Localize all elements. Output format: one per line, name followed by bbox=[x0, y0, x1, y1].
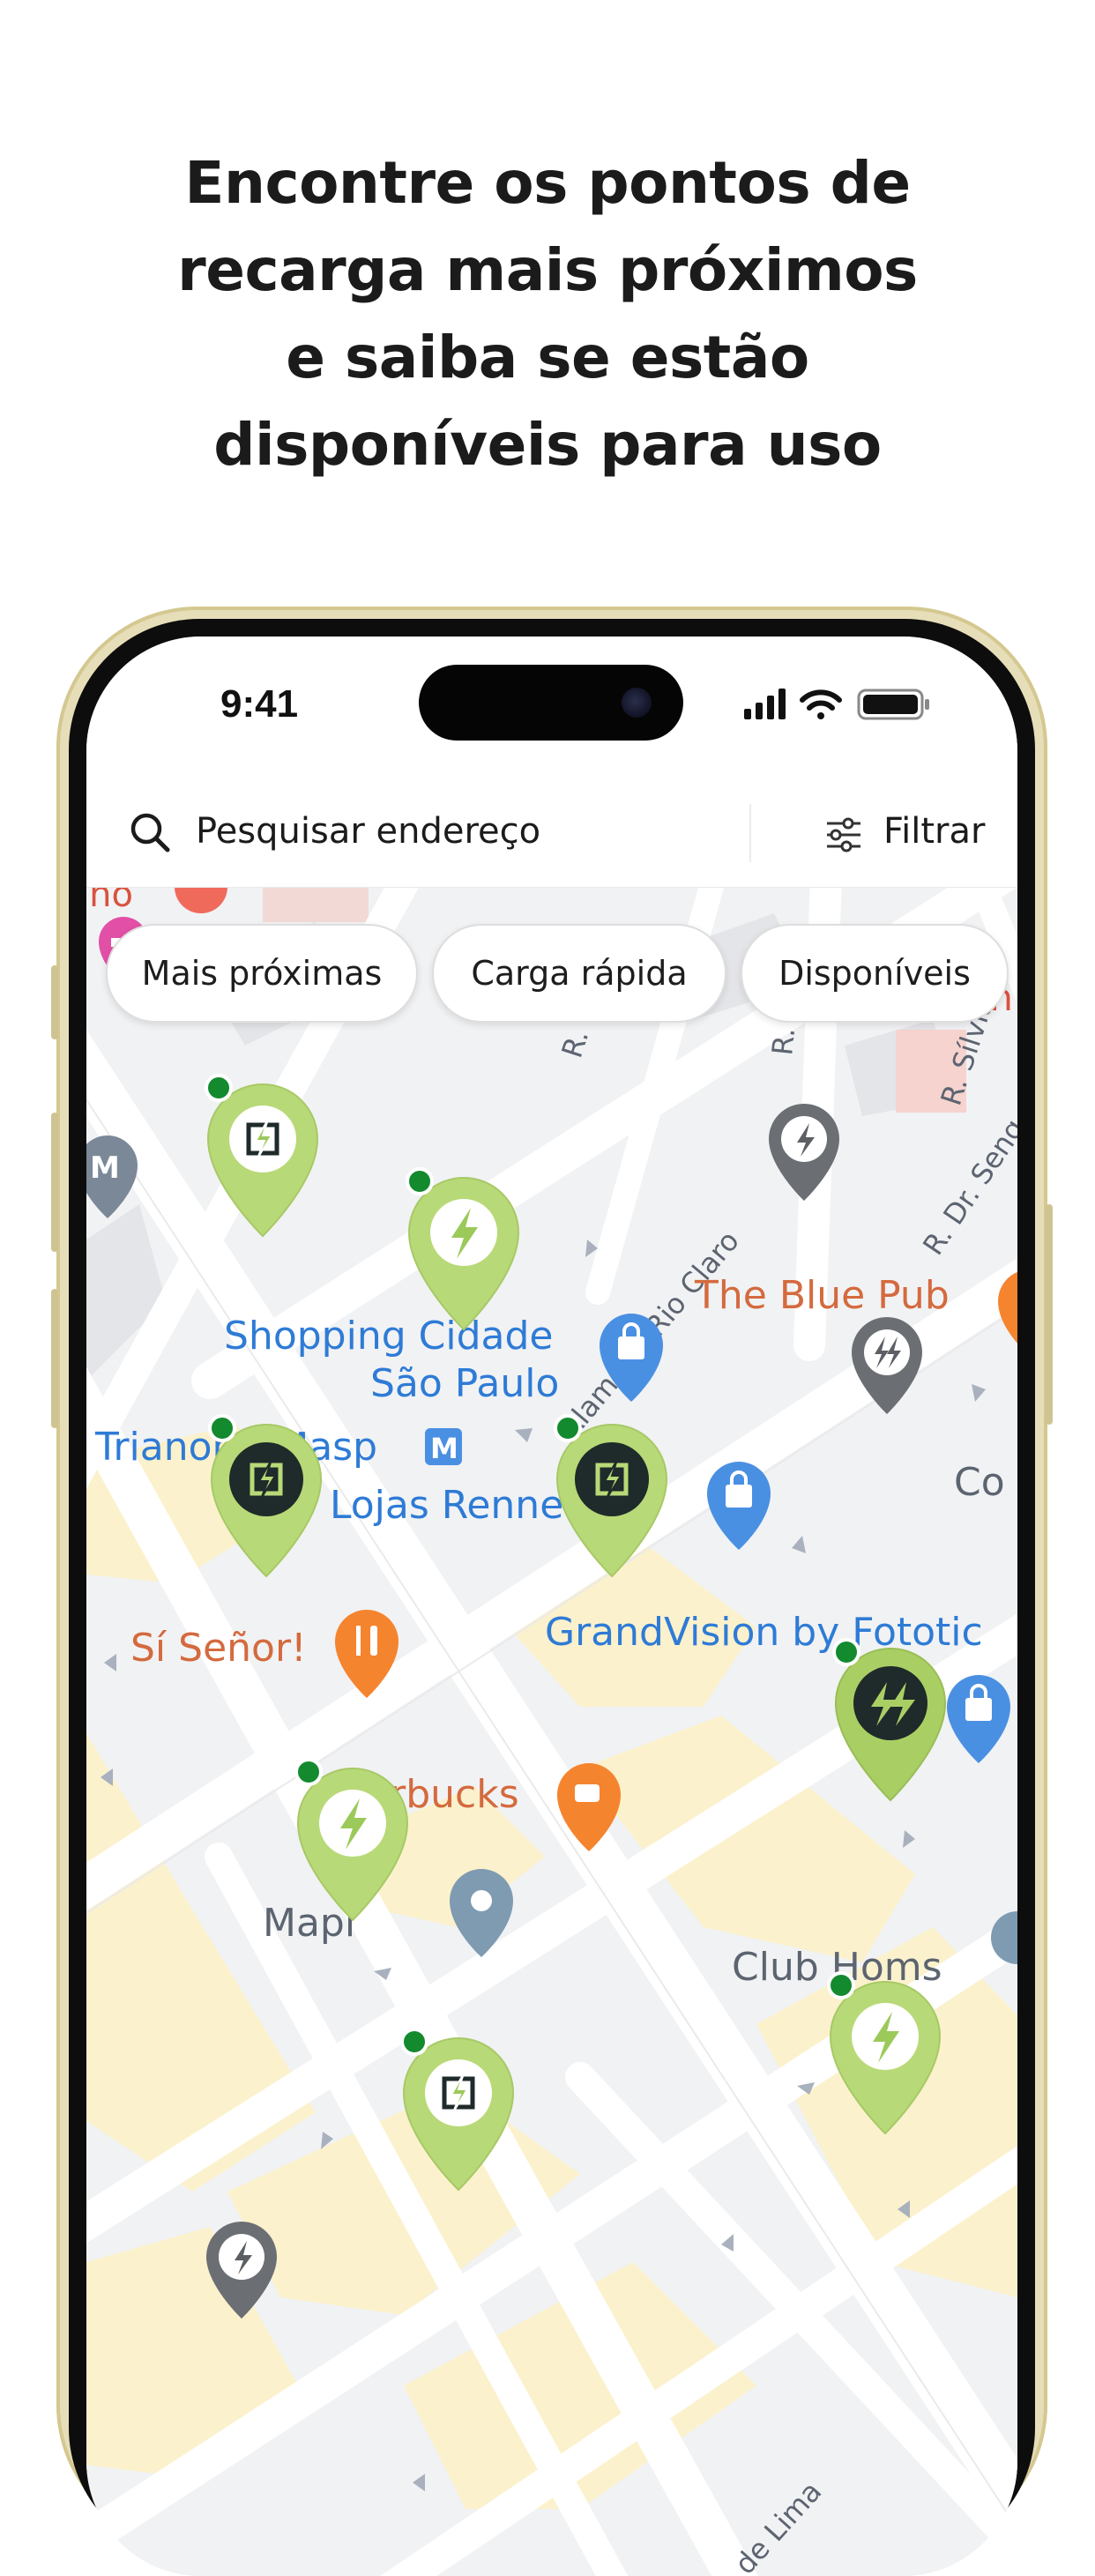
chip-carga-rapida[interactable]: Carga rápida bbox=[432, 924, 726, 1023]
battery-icon bbox=[857, 689, 929, 720]
filter-icon[interactable] bbox=[825, 816, 862, 853]
phone-side-button bbox=[51, 965, 58, 1039]
dynamic-island bbox=[419, 665, 683, 741]
headline-line-3: e saiba se estão bbox=[286, 324, 809, 391]
place-label-co: Co bbox=[954, 1460, 1005, 1505]
place-label-cut-top: ino bbox=[86, 887, 133, 915]
place-label-blue-pub: The Blue Pub bbox=[694, 1273, 950, 1318]
status-icons bbox=[744, 689, 929, 720]
status-time: 9:41 bbox=[220, 682, 299, 726]
wifi-icon bbox=[800, 689, 842, 719]
svg-text:M: M bbox=[90, 1150, 120, 1186]
place-label-sisenor: Sí Señor! bbox=[130, 1626, 307, 1671]
phone-power-button bbox=[1046, 1204, 1053, 1425]
map[interactable]: Alameda Rio Claro R. R. F R. Sílvia R. D… bbox=[86, 887, 1017, 2576]
phone-volume-down-button bbox=[51, 1289, 58, 1428]
place-label-shopping-line1: Shopping Cidade bbox=[224, 1314, 553, 1359]
headline-line-1: Encontre os pontos de bbox=[184, 149, 911, 217]
status-bar: 9:41 bbox=[86, 637, 1017, 778]
search-input[interactable]: Pesquisar endereço bbox=[196, 811, 540, 852]
phone-screen: Alameda Rio Claro R. R. F R. Sílvia R. D… bbox=[86, 637, 1017, 2576]
front-camera-icon bbox=[622, 688, 652, 718]
headline-line-4: disponíveis para uso bbox=[213, 411, 882, 479]
place-label-renner: Lojas Renner bbox=[330, 1483, 580, 1528]
filter-button[interactable]: Filtrar bbox=[883, 811, 985, 852]
search-icon[interactable] bbox=[129, 811, 171, 853]
chip-disponiveis[interactable]: Disponíveis bbox=[741, 924, 1009, 1023]
metro-icon: M bbox=[425, 1428, 462, 1465]
chip-mais-proximas[interactable]: Mais próximas bbox=[106, 924, 418, 1023]
search-bar: Pesquisar endereço Filtrar bbox=[86, 778, 1017, 888]
headline-line-2: recarga mais próximos bbox=[177, 236, 918, 304]
phone-volume-up-button bbox=[51, 1113, 58, 1252]
search-divider bbox=[749, 804, 751, 862]
cellular-signal-icon bbox=[744, 689, 786, 719]
headline: Encontre os pontos de recarga mais próxi… bbox=[0, 139, 1095, 488]
place-label-grandvision: GrandVision by Fototic bbox=[545, 1610, 983, 1655]
metro-symbol: M bbox=[430, 1432, 458, 1465]
place-label-shopping-line2: São Paulo bbox=[370, 1361, 559, 1406]
